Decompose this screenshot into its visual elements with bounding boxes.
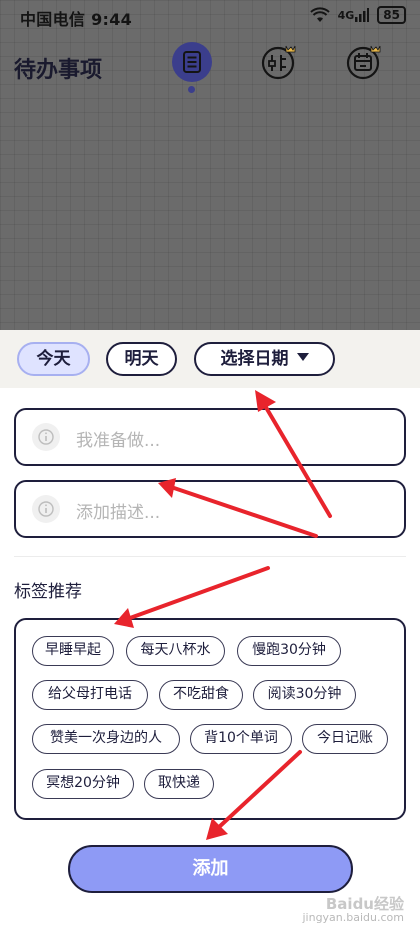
date-chip-row: 今天 明天 选择日期 xyxy=(0,330,420,388)
tag-chip[interactable]: 背10个单词 xyxy=(190,724,292,754)
tag-chip[interactable]: 赞美一次身边的人 xyxy=(32,724,180,754)
status-icons: 4G 85 xyxy=(309,6,406,24)
nav-calendar-button[interactable] xyxy=(343,42,383,82)
tags-title: 标签推荐 xyxy=(14,582,82,602)
tag-chip[interactable]: 慢跑30分钟 xyxy=(237,636,341,666)
chip-tomorrow-label: 明天 xyxy=(124,349,159,369)
slider-icon xyxy=(261,45,296,80)
divider xyxy=(14,556,406,557)
status-bar: 中国电信 9:44 4G 85 xyxy=(0,0,420,32)
page-title: 待办事项 xyxy=(14,58,103,83)
chip-tomorrow[interactable]: 明天 xyxy=(106,342,177,376)
triangle-down-icon xyxy=(296,353,309,361)
nav-list-button[interactable] xyxy=(172,42,212,82)
chip-select-date-label: 选择日期 xyxy=(220,349,289,369)
watermark: Baidu经验 jingyan.baidu.com xyxy=(302,895,404,925)
list-icon xyxy=(183,51,201,73)
tag-chip[interactable]: 冥想20分钟 xyxy=(32,769,134,799)
tag-chip[interactable]: 今日记账 xyxy=(302,724,388,754)
add-todo-sheet: 今天 明天 选择日期 我准备做... 添加描述... 标签推荐 早睡早起 每天八… xyxy=(0,330,420,934)
tag-chip[interactable]: 每天八杯水 xyxy=(126,636,225,666)
nav-slider-button[interactable] xyxy=(258,42,298,82)
tags-container: 早睡早起 每天八杯水 慢跑30分钟 给父母打电话 不吃甜食 阅读30分钟 赞美一… xyxy=(14,618,406,820)
tag-chip[interactable]: 阅读30分钟 xyxy=(253,680,356,710)
tag-chip[interactable]: 不吃甜食 xyxy=(159,680,243,710)
watermark-url: jingyan.baidu.com xyxy=(302,911,404,924)
watermark-logo: Baidu经验 xyxy=(325,895,404,913)
add-button[interactable]: 添加 xyxy=(68,845,353,893)
tag-chip[interactable]: 早睡早起 xyxy=(32,636,114,666)
tag-chip[interactable]: 给父母打电话 xyxy=(32,680,148,710)
chip-today[interactable]: 今天 xyxy=(17,342,90,376)
background-overlay[interactable]: 中国电信 9:44 4G 85 待办事项 xyxy=(0,0,420,330)
signal-icon: 4G xyxy=(338,8,370,22)
chip-today-label: 今天 xyxy=(36,349,71,369)
calendar-icon xyxy=(346,45,381,80)
todo-placeholder: 我准备做... xyxy=(76,431,161,451)
info-icon xyxy=(32,423,60,451)
battery-icon: 85 xyxy=(377,6,406,24)
wifi-icon xyxy=(309,7,330,22)
nav-dot xyxy=(188,86,195,93)
tag-chip[interactable]: 取快递 xyxy=(144,769,214,799)
todo-input[interactable]: 我准备做... xyxy=(14,408,406,466)
status-carrier-time: 中国电信 9:44 xyxy=(20,10,133,29)
signal-label: 4G xyxy=(337,9,355,22)
description-placeholder: 添加描述... xyxy=(76,503,161,523)
info-icon xyxy=(32,495,60,523)
chip-select-date[interactable]: 选择日期 xyxy=(194,342,335,376)
description-input[interactable]: 添加描述... xyxy=(14,480,406,538)
